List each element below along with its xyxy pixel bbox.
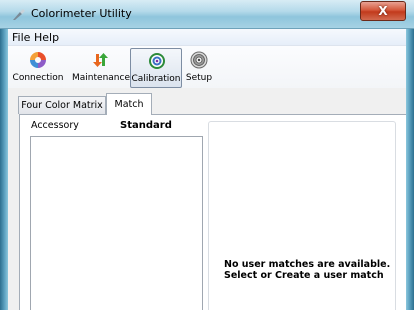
calibration-target-icon <box>149 53 165 69</box>
calibration-label: Calibration <box>131 74 181 84</box>
tab-four-color-matrix-label: Four Color Matrix <box>21 100 103 111</box>
no-matches-line2: Select or Create a user match <box>224 270 384 281</box>
menu-file[interactable]: File <box>12 31 30 44</box>
window-frame-left <box>0 0 8 310</box>
tab-four-color-matrix[interactable]: Four Color Matrix <box>18 96 106 114</box>
no-matches-message: No user matches are available. Select or… <box>224 259 390 281</box>
tab-match[interactable]: Match <box>106 93 152 115</box>
tab-control: Four Color Matrix Match Accessory Standa… <box>8 88 406 310</box>
accessory-header: Accessory <box>31 120 79 131</box>
setup-label: Setup <box>185 73 213 83</box>
menu-bar: File Help <box>8 29 406 46</box>
close-button[interactable]: X <box>360 1 406 21</box>
maintenance-arrows-icon <box>93 53 108 67</box>
connection-label: Connection <box>12 73 64 83</box>
maintenance-button[interactable]: Maintenance <box>71 49 131 87</box>
tab-match-label: Match <box>114 99 144 110</box>
close-icon: X <box>378 4 388 18</box>
toolbar: Connection Maintenance Calibration Setup <box>8 46 406 88</box>
menu-help[interactable]: Help <box>34 31 59 44</box>
setup-button[interactable]: Setup <box>184 49 214 87</box>
connection-icon <box>30 52 46 68</box>
connection-button[interactable]: Connection <box>8 49 68 87</box>
title-bar[interactable]: Colorimeter Utility X <box>0 0 414 29</box>
app-icon <box>13 9 25 20</box>
match-panel: Accessory Standard No user matches are a… <box>19 114 406 310</box>
match-info-box: No user matches are available. Select or… <box>208 121 396 310</box>
maintenance-label: Maintenance <box>72 73 130 83</box>
calibration-button[interactable]: Calibration <box>130 48 182 88</box>
standard-header: Standard <box>120 120 172 131</box>
window-title: Colorimeter Utility <box>31 7 132 20</box>
client-area: File Help Connection Maintenance Calibra… <box>8 29 406 310</box>
setup-gear-icon <box>190 51 208 69</box>
no-matches-line1: No user matches are available. <box>224 259 391 270</box>
accessory-list[interactable] <box>30 136 203 310</box>
window-frame-right[interactable] <box>406 0 414 310</box>
